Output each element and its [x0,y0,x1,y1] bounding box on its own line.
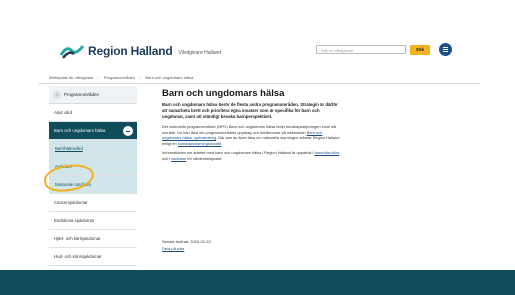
sidebar-head[interactable]: ‹ Programområden [49,86,137,104]
search-input[interactable]: Sök en vårdgivare [316,45,406,54]
sidebar-item-label: Barn och ungdomars hälsa [54,128,106,133]
sidebar-item-hud-och-konssjukdomar[interactable]: Hud- och könssjukdomar [49,248,137,266]
menu-icon [443,49,448,50]
breadcrumb: Webbplats för vårdgivare › Programområden… [49,75,197,80]
region-halland-logo-icon [59,43,85,59]
body-paragraph: Informationen om arbetet med barn och un… [162,150,342,161]
breadcrumb-item[interactable]: Webbplats för vårdgivare [49,75,93,80]
back-icon: ‹ [53,90,61,99]
share-link[interactable]: Dela på sida [162,246,184,251]
kunskapsstyrning-link[interactable]: kunskapsstyrningsmodell [178,141,221,146]
sidebar-item-barnhalsovard[interactable]: Barnhälsovård [49,140,137,158]
breadcrumb-separator-icon: › [139,75,141,80]
sidebar-item-hjart-och-karlsjukdomar[interactable]: Hjärt- och kärlsjukdomar [49,230,137,248]
menu-button[interactable] [439,43,452,56]
page: Region Halland Vårdgivare Halland Sök en… [38,26,480,271]
sidebar-item-akut-vard[interactable]: Akut vård [49,104,137,122]
menu-icon [443,51,448,52]
menu-icon [443,47,448,48]
footer [0,270,515,295]
avdelare-link[interactable]: avdelare [171,156,186,161]
logo[interactable]: Region Halland Vårdgivare Halland [59,43,222,59]
sidebar-item-endokrina-sjukdomar[interactable]: Endokrina sjukdomar [49,212,137,230]
logo-subtitle: Vårdgivare Halland [178,50,222,56]
header: Region Halland Vårdgivare Halland Sök en… [38,26,480,70]
page-title: Barn och ungdomars hälsa [162,88,285,99]
paragraph-text: Informationen om arbetet med barn och un… [162,150,314,156]
divider [38,83,480,84]
sidebar-item-cancersjukdomar[interactable]: Cancersjukdomar [49,194,137,212]
breadcrumb-item[interactable]: Programområden [104,75,135,80]
paragraph-text: för vårdenhetsjustet. [187,155,223,161]
logo-text: Region Halland [88,44,173,58]
breadcrumb-item: Barn och ungdomars hälsa [145,75,194,80]
collapse-icon[interactable] [123,126,133,136]
paragraph-text: och i [162,155,171,161]
barnhalsovard-link[interactable]: barnhälsovård [315,150,340,155]
sidebar-head-label: Programområden [64,92,100,97]
lead-paragraph: Barn och ungdomars hälsa berör de flesta… [162,102,338,119]
breadcrumb-separator-icon: › [97,75,99,80]
last-updated: Senast ändrad: 2024-02-22 [162,239,211,244]
main-content: Barn och ungdomars hälsa Barn och ungdom… [162,88,342,166]
body-paragraph: Det nationella programområdet (NPO) Barn… [162,124,340,146]
search-button[interactable]: Sök [410,45,430,55]
sidebar-item-barn-och-ungdomars-halsa[interactable]: Barn och ungdomars hälsa [49,122,137,140]
